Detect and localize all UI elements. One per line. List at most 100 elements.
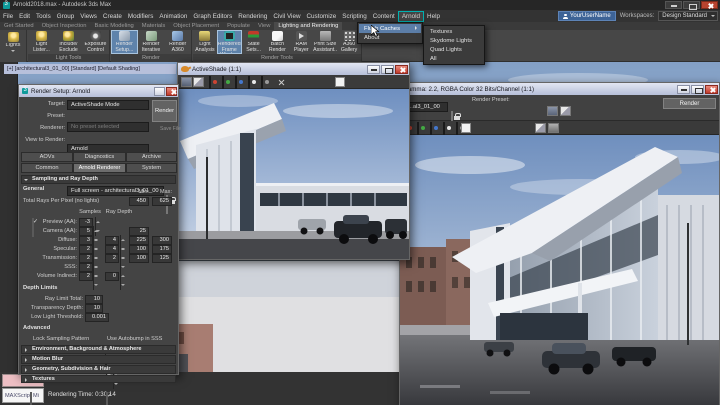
- menu-create[interactable]: Create: [100, 10, 125, 22]
- render-setup-help-button[interactable]: [154, 87, 165, 96]
- tab-arnold-renderer[interactable]: Arnold Renderer: [73, 163, 126, 173]
- app-close-button[interactable]: [701, 1, 718, 9]
- rfw-titlebar[interactable]: Gamma: 2.2, RGBA Color 32 Bits/Channel (…: [400, 83, 719, 95]
- specular-depth-field[interactable]: 4: [105, 245, 119, 254]
- menu-file[interactable]: File: [0, 10, 16, 22]
- rfw-render-button[interactable]: Render: [663, 98, 716, 109]
- light-analysis-button[interactable]: Light Analysis: [193, 30, 217, 54]
- menu-graph-editors[interactable]: Graph Editors: [190, 10, 235, 22]
- rfw-maximize-button[interactable]: [691, 85, 704, 94]
- diffuse-samples-field[interactable]: 3: [79, 236, 93, 245]
- render-setup-close-button[interactable]: [166, 87, 177, 96]
- menu-modifiers[interactable]: Modifiers: [125, 10, 157, 22]
- render-a360-button[interactable]: Render A360: [164, 30, 191, 54]
- submenu-item-textures[interactable]: Textures: [425, 27, 483, 36]
- volume-depth-spinner[interactable]: [120, 271, 121, 290]
- render-setup-button[interactable]: Render Setup...: [111, 30, 138, 54]
- menu-group[interactable]: Group: [54, 10, 78, 22]
- rfw-copy-preset-button[interactable]: [560, 106, 571, 116]
- render-iterative-button[interactable]: Render Iterative: [138, 30, 165, 54]
- activeshade-minimize-button[interactable]: [367, 65, 380, 74]
- volume-depth-field[interactable]: 0: [105, 272, 119, 281]
- maxscript-mini-listener[interactable]: MAXScript Mi: [2, 388, 44, 403]
- submenu-item-all[interactable]: All: [425, 54, 483, 63]
- ray-limit-field[interactable]: 10: [85, 295, 103, 304]
- lock-sampling-checkbox[interactable]: [30, 392, 32, 405]
- ribbon-tab-populate[interactable]: Populate: [223, 22, 254, 30]
- target-dropdown[interactable]: ActiveShade Mode: [67, 100, 149, 110]
- menu-content[interactable]: Content: [370, 10, 398, 22]
- menu-animation[interactable]: Animation: [156, 10, 190, 22]
- rfw-save-preset-button[interactable]: [547, 106, 558, 116]
- specular-samples-field[interactable]: 2: [79, 245, 93, 254]
- batch-render-button[interactable]: Batch Render: [265, 30, 289, 54]
- activeshade-close-button[interactable]: [395, 65, 408, 74]
- menu-arnold[interactable]: Arnold: [398, 11, 424, 22]
- rendered-frame-window-button[interactable]: Rendered Frame Window: [217, 30, 242, 54]
- rfw-background-swatch[interactable]: [461, 123, 471, 133]
- menu-customize[interactable]: Customize: [304, 10, 340, 22]
- rollout-motion-blur[interactable]: Motion Blur: [21, 355, 176, 364]
- low-light-field[interactable]: 0.001: [85, 313, 109, 322]
- diffuse-depth-field[interactable]: 4: [105, 236, 119, 245]
- preset-dropdown[interactable]: No preset selected: [67, 122, 149, 132]
- menu-tools[interactable]: Tools: [33, 10, 54, 22]
- activeshade-maximize-button[interactable]: [381, 65, 394, 74]
- menu-item-flush-caches[interactable]: Flush Caches: [359, 24, 421, 33]
- transmission-depth-field[interactable]: 2: [105, 254, 119, 263]
- app-minimize-button[interactable]: [665, 1, 682, 9]
- preview-samples-field[interactable]: -3: [79, 218, 93, 227]
- menu-views[interactable]: Views: [77, 10, 100, 22]
- rfw-clone-button[interactable]: [535, 123, 546, 133]
- render-setup-render-button[interactable]: Render: [152, 100, 177, 122]
- camera-samples-field[interactable]: 5: [79, 227, 93, 236]
- ribbon-tab-object-inspection[interactable]: Object Inspection: [38, 22, 91, 30]
- light-lister-button[interactable]: Light Lister...: [28, 30, 55, 54]
- menu-scripting[interactable]: Scripting: [339, 10, 370, 22]
- tab-diagnostics[interactable]: Diagnostics: [73, 152, 126, 162]
- lights-button[interactable]: Lights: [0, 30, 27, 62]
- app-titlebar[interactable]: Arnold2018.max - Autodesk 3ds Max: [0, 0, 720, 10]
- view-to-render-dropdown[interactable]: Full screen - architectural3_01_00: [67, 186, 164, 196]
- rollout-sampling-ray-depth[interactable]: Sampling and Ray Depth: [21, 175, 176, 184]
- rfw-print-button[interactable]: [548, 123, 559, 133]
- transmission-samples-field[interactable]: 2: [79, 254, 93, 263]
- exposure-control-button[interactable]: Exposure Control: [82, 30, 109, 54]
- rollout-textures[interactable]: Textures: [21, 375, 176, 383]
- workspace-dropdown[interactable]: Design Standard: [658, 11, 718, 21]
- user-account-button[interactable]: YourUserName: [558, 11, 616, 21]
- tab-system[interactable]: System: [126, 163, 177, 173]
- submenu-item-quad-lights[interactable]: Quad Lights: [425, 45, 483, 54]
- activeshade-color-swatch[interactable]: [335, 77, 345, 87]
- sss-samples-field[interactable]: 2: [79, 263, 93, 272]
- transparency-depth-field[interactable]: 10: [85, 304, 103, 313]
- ram-player-button[interactable]: RAM Player: [289, 30, 313, 54]
- volume-samples-field[interactable]: 2: [79, 272, 93, 281]
- print-size-assistant-button[interactable]: Print Size Assistant...: [313, 30, 337, 54]
- rollout-geometry[interactable]: Geometry, Subdivision & Hair: [21, 365, 176, 374]
- tab-common[interactable]: Common: [21, 163, 73, 173]
- rfw-minimize-button[interactable]: [677, 85, 690, 94]
- app-maximize-button[interactable]: [683, 1, 700, 9]
- menu-help[interactable]: Help: [424, 10, 443, 22]
- rfw-close-button[interactable]: [705, 85, 718, 94]
- submenu-item-skydome-lights[interactable]: Skydome Lights: [425, 36, 483, 45]
- menu-rendering[interactable]: Rendering: [235, 10, 270, 22]
- tab-aovs[interactable]: AOVs: [21, 152, 73, 162]
- viewport-label[interactable]: [+] [architectural3_01_00] [Standard] [D…: [4, 64, 176, 74]
- volume-samples-spinner[interactable]: [93, 271, 94, 290]
- ribbon-tab-object-placement[interactable]: Object Placement: [169, 22, 223, 30]
- activeshade-save-button[interactable]: [181, 77, 192, 87]
- ribbon-tab-get-started[interactable]: Get Started: [0, 22, 38, 30]
- ribbon-tab-materials[interactable]: Materials: [138, 22, 170, 30]
- menu-civil-view[interactable]: Civil View: [270, 10, 303, 22]
- autobump-checkbox[interactable]: [106, 392, 108, 405]
- rfw-viewport-dropdown[interactable]: ...al3_01_00: [404, 102, 448, 112]
- state-sets-button[interactable]: State Sets...: [242, 30, 266, 54]
- activeshade-clone-button[interactable]: [193, 77, 204, 87]
- include-exclude-button[interactable]: Include/ Exclude: [55, 30, 82, 54]
- rollout-environment[interactable]: Environment, Background & Atmosphere: [21, 345, 176, 354]
- ribbon-tab-basic-modeling[interactable]: Basic Modeling: [90, 22, 137, 30]
- tab-archive[interactable]: Archive: [126, 152, 177, 162]
- menu-item-about[interactable]: About: [359, 33, 421, 42]
